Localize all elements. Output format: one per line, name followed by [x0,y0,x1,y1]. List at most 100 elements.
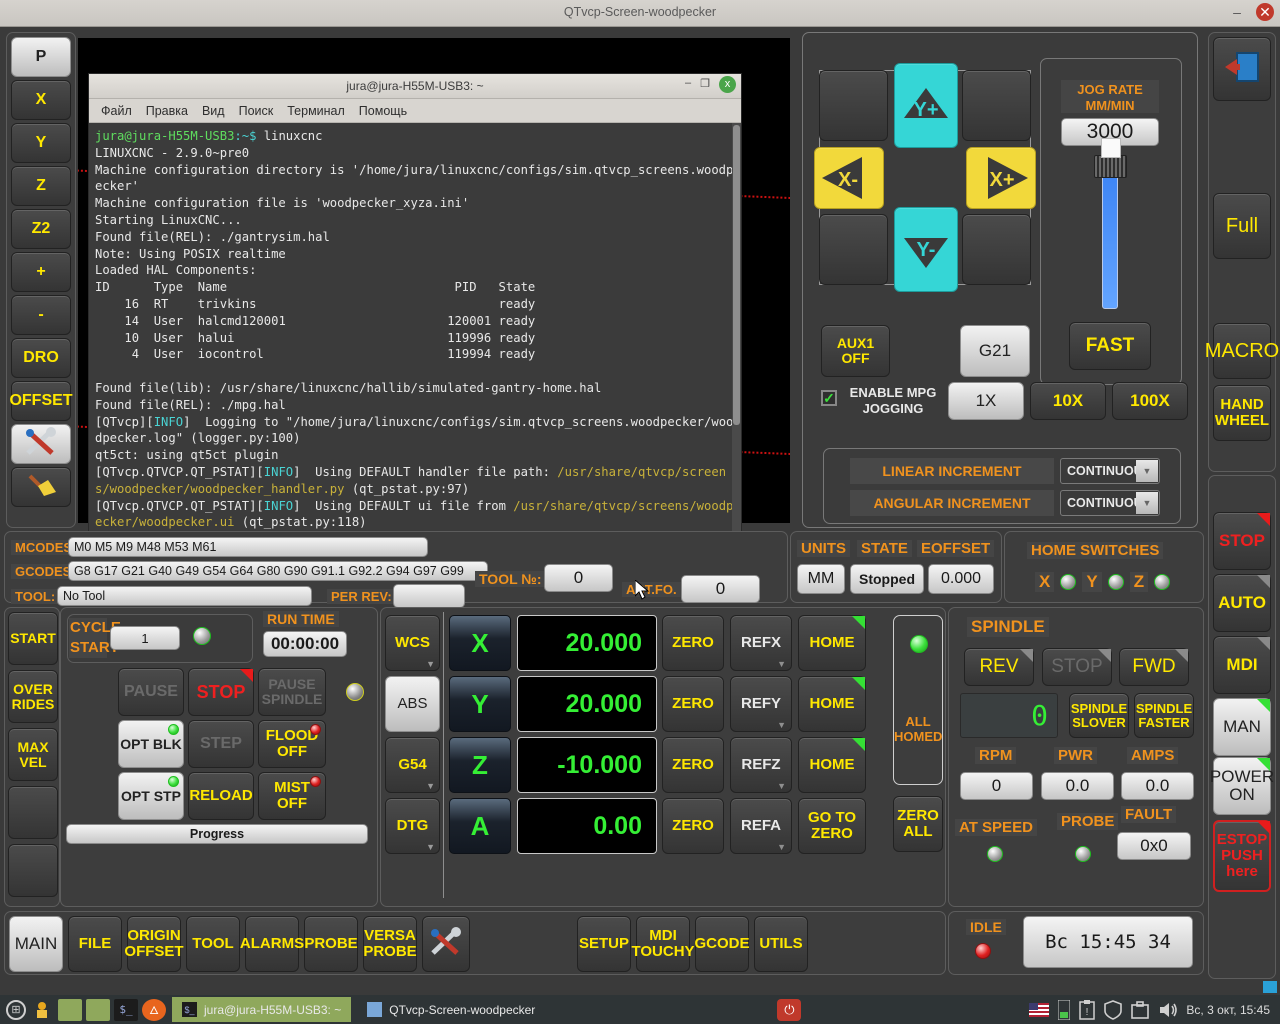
chevron-down-icon[interactable]: ▼ [426,659,435,669]
dro-mode-g54-button[interactable]: G54 ▼ [385,737,440,793]
tab-utils[interactable]: UTILS [754,916,808,972]
linuxcnc-launcher-icon[interactable] [30,999,54,1021]
left-rail-y-button[interactable]: Y [11,123,71,163]
step-button[interactable]: STEP [188,720,254,768]
jog-x-minus-button[interactable]: X- [814,147,884,209]
jog-rate-slider[interactable] [1094,138,1127,309]
left-rail-x-button[interactable]: X [11,80,71,120]
left-rail-offset-button[interactable]: OFFSET [9,381,73,421]
dro-zero-z-button[interactable]: ZERO [662,737,724,793]
jog-fast-button[interactable]: FAST [1069,322,1151,370]
minimize-icon[interactable]: – [1228,3,1246,21]
tab-setup[interactable]: SETUP [577,916,631,972]
tab-alarms[interactable]: ALARMS [240,916,304,972]
zero-all-button[interactable]: ZERO ALL [893,796,943,852]
left-rail-p-button[interactable]: P [11,37,71,77]
tab-versa-probe[interactable]: VERSA PROBE [363,916,417,972]
terminal-scrollbar[interactable] [732,123,741,537]
package-icon[interactable] [1131,1000,1150,1019]
aux1-button[interactable]: AUX1 OFF [821,325,890,377]
over-rides-button[interactable]: OVER RIDES [8,670,58,723]
tab-file[interactable]: FILE [68,916,122,972]
left-rail-plus-button[interactable]: + [11,252,71,292]
dro-value-a[interactable]: 0.00 [517,798,657,854]
dro-mode-wcs-button[interactable]: WCS ▼ [385,615,440,671]
mint-menu-icon[interactable]: ⊞ [6,999,26,1020]
chevron-down-icon[interactable]: ▼ [426,842,435,852]
tab-gcode[interactable]: GCODE [695,916,750,972]
right-rail-macro-button[interactable]: MACRO [1205,323,1279,379]
browser-launcher-icon[interactable]: 🜂 [142,998,166,1021]
increment-select-0[interactable]: CONTINUOUS ▼ [1060,458,1160,484]
max-vel-button[interactable]: MAX VEL [8,728,58,781]
dro-axis-button-y[interactable]: Y [449,676,511,732]
terminal-menu-item-0[interactable]: Файл [101,104,132,118]
dro-zero-x-button[interactable]: ZERO [662,615,724,671]
mpg-multiplier-100x-button[interactable]: 100X [1112,382,1188,420]
start-button[interactable]: START [8,612,58,665]
power-icon[interactable]: ⏻ [777,998,802,1021]
left-rail-minus-button[interactable]: - [11,295,71,335]
terminal-menu-item-4[interactable]: Терминал [287,104,345,118]
left-rail-dro-button[interactable]: DRO [11,338,71,378]
left-rail-z2-button[interactable]: Z2 [11,209,71,249]
chevron-down-icon[interactable]: ▼ [777,720,786,730]
terminal-window[interactable]: jura@jura-H55M-USB3: ~ – ❐ x Файл Правка В… [88,73,742,538]
dro-axis-button-a[interactable]: A [449,798,511,854]
dro-ref-z-button[interactable]: REFZ ▼ [730,737,792,793]
dro-zero-y-button[interactable]: ZERO [662,676,724,732]
tab-main[interactable]: MAIN [9,916,63,972]
tab-probe[interactable]: PROBE [304,916,358,972]
terminal-launcher-icon[interactable]: $_ [114,998,138,1021]
terminal-menu-item-1[interactable]: Правка [146,104,188,118]
jog-y-plus-button[interactable]: Y+ [894,63,958,148]
shield-icon[interactable] [1104,999,1123,1020]
taskbar-clock[interactable]: Вс, 3 окт, 15:45 [1186,1003,1270,1017]
terminal-menu-item-3[interactable]: Поиск [239,104,274,118]
spindle-faster-button[interactable]: SPINDLE FASTER [1134,693,1194,738]
units-g21-button[interactable]: G21 [960,325,1030,377]
dro-mode-dtg-button[interactable]: DTG ▼ [385,798,440,854]
terminal-minimize-icon[interactable]: – [685,77,691,93]
pause-button[interactable]: PAUSE [118,668,184,716]
chevron-down-icon[interactable]: ▼ [777,781,786,791]
chevron-down-icon[interactable]: ▼ [426,781,435,791]
blank1-button[interactable] [8,786,58,839]
clipboard-icon[interactable]: ! [1079,999,1096,1020]
reload-button[interactable]: RELOAD [188,772,254,820]
dro-value-y[interactable]: 20.000 [517,676,657,732]
increment-select-1[interactable]: CONTINUOUS ▼ [1060,490,1160,516]
terminal-maximize-icon[interactable]: ❐ [700,77,710,93]
dro-value-x[interactable]: 20.000 [517,615,657,671]
terminal-output[interactable]: jura@jura-H55M-USB3:~$ linuxcnc LINUXCNC… [89,123,741,537]
pause-spindle-button[interactable]: PAUSE SPINDLE [258,668,326,716]
tab-settings-tools-icon[interactable] [422,916,470,972]
mpg-multiplier-10x-button[interactable]: 10X [1030,382,1106,420]
chevron-down-icon[interactable]: ▼ [777,659,786,669]
taskbar-terminal-task[interactable]: $_ jura@jura-H55M-USB3: ~ [172,997,352,1022]
terminal-close-icon[interactable]: x [719,76,736,93]
tab-tool[interactable]: TOOL [186,916,240,972]
dro-zero-a-button[interactable]: ZERO [662,798,724,854]
right-rail-hand-wheel-button[interactable]: HAND WHEEL [1213,385,1271,441]
battery-icon[interactable] [1058,999,1071,1020]
blank2-button[interactable] [8,844,58,897]
chevron-down-icon[interactable]: ▼ [777,842,786,852]
dro-axis-button-x[interactable]: X [449,615,511,671]
enable-mpg-checkbox[interactable]: ✓ [821,390,837,406]
left-rail-broom-icon-button[interactable] [11,467,71,507]
tab-origin-offset[interactable]: ORIGIN OFFSET [124,916,184,972]
right-rail-exit-door-icon-button[interactable] [1213,37,1271,101]
jog-rate-slider-handle[interactable] [1094,155,1127,178]
chevron-down-icon[interactable]: ▼ [1136,460,1158,482]
jog-x-plus-button[interactable]: X+ [966,147,1036,209]
chevron-down-icon[interactable]: ▼ [1136,492,1158,514]
flag-icon[interactable] [1029,1002,1050,1017]
dro-value-z[interactable]: -10.000 [517,737,657,793]
folder-launcher-icon[interactable] [86,998,110,1021]
files-launcher-icon[interactable] [58,998,82,1021]
dro-ref-x-button[interactable]: REFX ▼ [730,615,792,671]
volume-icon[interactable] [1158,1001,1178,1019]
dro-ref-a-button[interactable]: REFA ▼ [730,798,792,854]
cycle-count-input[interactable]: 1 [110,626,180,650]
